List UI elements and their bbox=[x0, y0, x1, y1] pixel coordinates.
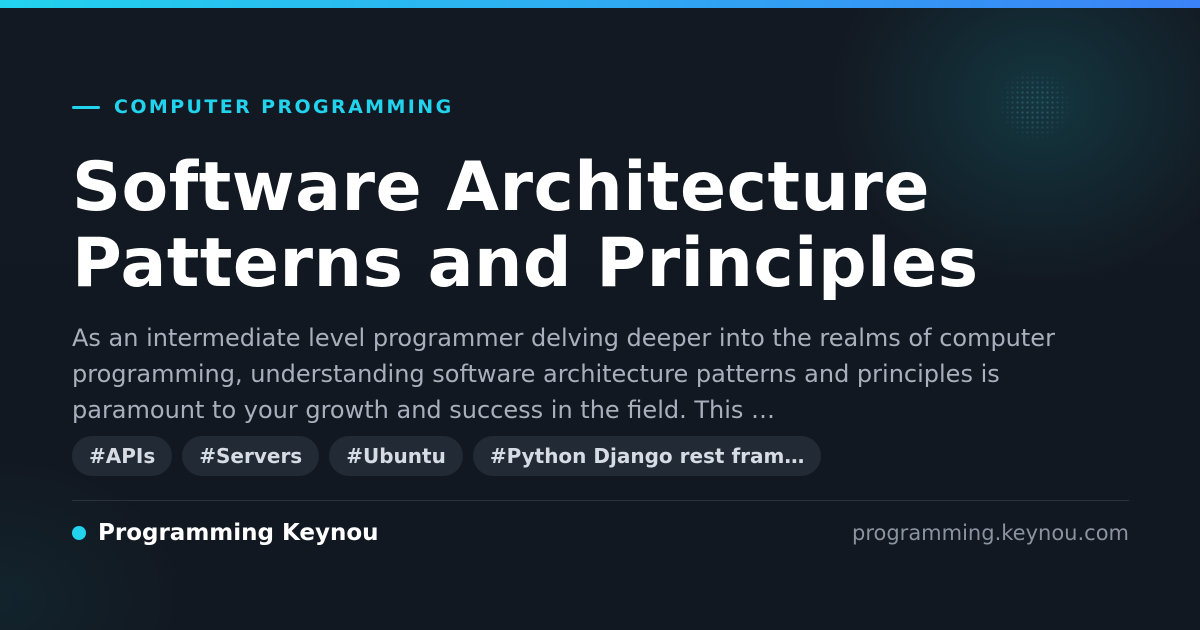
tag-python-django[interactable]: #Python Django rest fram… bbox=[472, 436, 822, 476]
category-dash-icon bbox=[72, 105, 100, 109]
page-title: Software Architecture Patterns and Princ… bbox=[72, 150, 1129, 302]
title-line-1: Software Architecture bbox=[72, 148, 931, 227]
tag-ubuntu[interactable]: #Ubuntu bbox=[329, 436, 463, 476]
divider bbox=[72, 500, 1129, 501]
category-label: COMPUTER PROGRAMMING bbox=[72, 96, 454, 118]
site-domain: programming.keynou.com bbox=[852, 521, 1129, 545]
description: As an intermediate level programmer delv… bbox=[72, 324, 1055, 424]
tag-servers[interactable]: #Servers bbox=[182, 436, 320, 476]
decorative-dot-pattern bbox=[995, 70, 1075, 140]
tag-apis[interactable]: #APIs bbox=[72, 436, 173, 476]
brand-dot-icon bbox=[72, 526, 86, 540]
top-accent-bar bbox=[0, 0, 1200, 8]
tag-list: #APIs #Servers #Ubuntu #Python Django re… bbox=[72, 436, 822, 476]
brand: Programming Keynou bbox=[72, 518, 379, 548]
brand-name: Programming Keynou bbox=[98, 520, 379, 546]
title-line-2: Patterns and Principles bbox=[72, 224, 979, 303]
category-text: COMPUTER PROGRAMMING bbox=[114, 96, 454, 118]
